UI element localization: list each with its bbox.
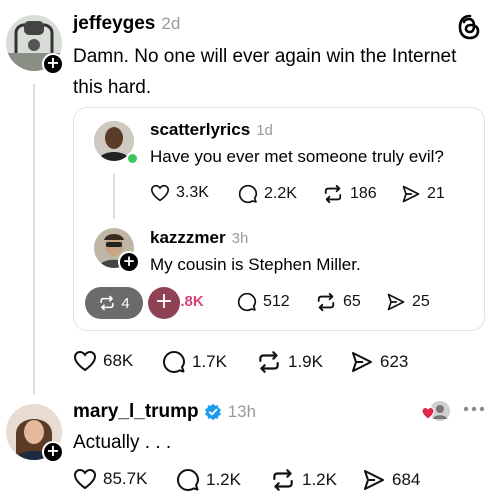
follow-plus-icon[interactable]: + [42,53,64,75]
repost-count: 1.9K [288,352,323,371]
heart-icon [73,468,97,490]
share-button[interactable]: 25 [386,292,430,312]
reply-button[interactable]: 512 [237,292,290,312]
timestamp: 1d [256,122,273,139]
like-button[interactable]: 68K [73,350,133,372]
timestamp: 2d [161,14,181,33]
timestamp: 13h [227,402,257,421]
speech-bubble-icon [163,351,185,373]
verified-badge-icon [204,403,221,421]
like-count: 68K [103,351,134,370]
share-button[interactable]: 623 [350,350,408,374]
repost-count: 65 [343,293,361,310]
heart-icon [150,184,170,202]
repost-arrows-icon [259,351,279,373]
post-body: Damn. No one will ever again win the Int… [73,41,483,103]
repost-button[interactable]: 1.2K [270,468,337,492]
repost-arrows-icon [324,184,342,204]
thread-line [113,174,115,219]
repost-pill-button[interactable]: 4 [85,287,143,319]
online-status-dot [126,152,139,165]
post-text: Have you ever met someone truly evil? [150,147,444,166]
reply-count: 2.2K [264,185,297,202]
repost-pill-count: 4 [121,294,130,312]
reply-count: 1.7K [192,352,227,371]
send-icon [402,185,420,203]
follow-plus-icon[interactable]: + [118,251,140,273]
repost-count: 186 [350,185,377,202]
share-button[interactable]: 21 [401,184,445,204]
speech-bubble-icon [238,184,258,204]
share-count: 25 [412,293,430,310]
more-dots-icon[interactable] [463,401,485,419]
send-icon [364,470,384,490]
timestamp: 3h [231,230,249,247]
reply-count: 512 [263,293,290,310]
share-button[interactable]: 684 [362,468,420,492]
username[interactable]: jeffeyges [73,13,155,34]
like-button[interactable]: 3.3K [150,184,209,202]
quote-header: scatterlyrics 1d [150,120,273,140]
post-text: Actually . . . [73,432,172,453]
repost-count: 1.2K [302,470,337,489]
reply-button[interactable]: 1.7K [162,350,227,374]
reply-count: 1.2K [206,470,241,489]
follow-plus-icon[interactable]: + [42,441,64,463]
username[interactable]: kazzzmer [150,228,226,247]
repost-button[interactable]: 1.9K [256,350,323,374]
like-count: 3.3K [176,184,209,201]
username[interactable]: mary_l_trump [73,401,199,423]
reply-button[interactable]: 1.2K [176,468,241,492]
like-button[interactable]: 85.7K [73,468,147,490]
reply-button[interactable]: 2.2K [238,184,297,204]
repost-arrows-icon [317,292,335,312]
speech-bubble-icon [237,292,257,312]
post-text-line: this hard. [73,77,152,98]
quote-header: kazzzmer 3h [150,228,248,248]
add-plus-button[interactable]: + [148,287,180,319]
repost-button[interactable]: 186 [322,184,377,204]
speech-bubble-icon [177,469,199,491]
post-text: My cousin is Stephen Miller. [150,255,361,274]
thread-line [33,84,35,394]
share-count: 684 [392,470,421,489]
heart-icon [73,350,97,372]
username[interactable]: scatterlyrics [150,120,250,139]
post-text-line: Damn. No one will ever again win the Int… [73,46,457,67]
share-count: 623 [380,352,409,371]
repost-arrows-icon [100,295,114,311]
repost-arrows-icon [273,469,293,491]
post-header: jeffeyges 2d [73,13,180,35]
like-count: 85.7K [103,469,148,488]
post-header: mary_l_trump 13h [73,401,256,423]
share-count: 21 [427,185,445,202]
liked-by-avatar-icon[interactable] [421,399,452,423]
repost-button[interactable]: 65 [315,292,361,312]
send-icon [387,293,405,311]
send-icon [352,352,372,372]
